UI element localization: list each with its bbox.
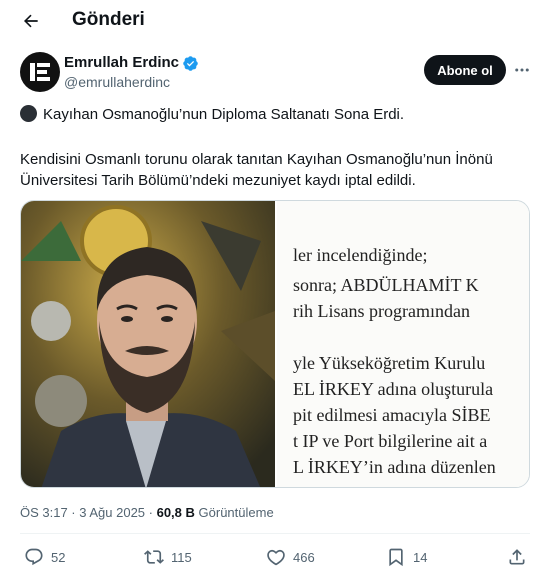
post-headline: Kayıhan Osmanoğlu’nun Diploma Saltanatı … bbox=[43, 106, 405, 123]
document-line: t IP ve Port bilgilerine ait a bbox=[293, 431, 488, 451]
author-name[interactable]: Emrullah Erdinc bbox=[64, 54, 199, 72]
bookmark-button[interactable]: 14 bbox=[386, 547, 427, 567]
repost-button[interactable]: 115 bbox=[144, 547, 192, 567]
divider bbox=[20, 533, 530, 534]
share-icon bbox=[509, 549, 525, 565]
document-line: sonra; ABDÜLHAMİT K bbox=[293, 275, 479, 295]
document-line: EL İRKEY adına oluşturula bbox=[293, 379, 494, 399]
arrow-left-icon bbox=[24, 14, 38, 28]
share-button[interactable] bbox=[507, 547, 527, 567]
document-line: ler incelendiğinde; bbox=[293, 245, 428, 265]
more-options-button[interactable] bbox=[512, 60, 532, 80]
post-text-line-2: Kendisini Osmanlı torunu olarak tanıtan … bbox=[20, 151, 493, 168]
reply-count: 52 bbox=[51, 549, 66, 565]
page-title: Gönderi bbox=[72, 9, 145, 30]
post-text-line-1: Kayıhan Osmanoğlu’nun Diploma Saltanatı … bbox=[20, 105, 404, 125]
like-count: 466 bbox=[293, 549, 315, 565]
views-label: Görüntüleme bbox=[194, 505, 274, 520]
media-photo[interactable] bbox=[21, 201, 275, 487]
more-icon bbox=[515, 68, 529, 72]
portrait-photo-image bbox=[21, 201, 275, 487]
post-media[interactable]: ler incelendiğinde; sonra; ABDÜLHAMİT K … bbox=[20, 200, 530, 488]
repost-icon bbox=[144, 550, 164, 564]
avatar[interactable] bbox=[20, 52, 60, 92]
repost-count: 115 bbox=[171, 549, 192, 565]
reply-button[interactable]: 52 bbox=[24, 547, 65, 567]
document-line: rih Lisans programından bbox=[293, 301, 470, 321]
author-name-text: Emrullah Erdinc bbox=[64, 54, 180, 71]
top-bar: Gönderi bbox=[0, 0, 544, 40]
post-meta: ÖS 3:17 · 3 Ağu 2025 · 60,8 B Görüntülem… bbox=[20, 505, 274, 521]
media-document-image[interactable]: ler incelendiğinde; sonra; ABDÜLHAMİT K … bbox=[277, 201, 529, 487]
author-handle[interactable]: @emrullaherdinc bbox=[64, 74, 170, 91]
document-line: L İRKEY’in adına düzenlen bbox=[293, 457, 496, 477]
post-timestamp[interactable]: ÖS 3:17 · 3 Ağu 2025 · bbox=[20, 505, 157, 520]
back-button[interactable] bbox=[18, 8, 44, 34]
heart-icon bbox=[267, 549, 285, 566]
view-count: 60,8 B bbox=[156, 505, 195, 520]
document-line: pit edilmesi amacıyla SİBE bbox=[293, 405, 491, 425]
like-button[interactable]: 466 bbox=[266, 547, 315, 567]
document-line: yle Yükseköğretim Kurulu bbox=[293, 353, 486, 373]
bookmark-count: 14 bbox=[413, 549, 428, 565]
verified-badge-icon bbox=[183, 55, 198, 71]
bookmark-icon bbox=[389, 548, 403, 567]
ee-logo-icon bbox=[30, 63, 50, 81]
follow-button[interactable]: Abone ol bbox=[424, 55, 506, 85]
reply-icon bbox=[25, 548, 43, 566]
post-text-line-3: Üniversitesi Tarih Bölümü’ndeki mezuniye… bbox=[20, 172, 416, 189]
black-circle-icon bbox=[20, 105, 37, 122]
